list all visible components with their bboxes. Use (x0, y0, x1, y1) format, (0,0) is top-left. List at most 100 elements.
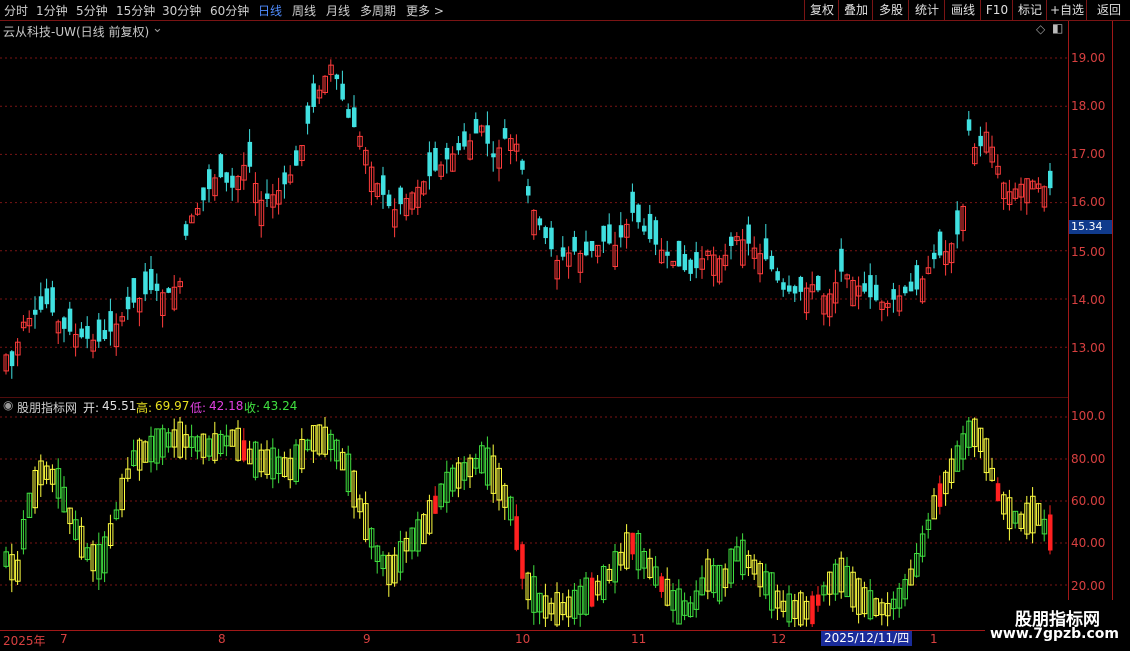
candle-body (50, 287, 55, 313)
candle-body (560, 247, 566, 257)
candle-body (966, 119, 972, 131)
tab-15min[interactable]: 15分钟 (116, 2, 155, 19)
indicator-bar (659, 576, 664, 592)
candle-body (207, 169, 212, 190)
candle-body (62, 317, 67, 329)
month-label: 7 (60, 632, 68, 646)
candle-body (914, 265, 920, 290)
tab-60min[interactable]: 60分钟 (210, 2, 249, 19)
candle-body (125, 296, 131, 310)
indicator-panel[interactable]: ◉ 股朋指标网 开: 45.51 高: 69.97 低: 42.18 收: 43… (0, 397, 1068, 630)
open-label: 开: (83, 401, 100, 415)
candle-body (642, 225, 647, 232)
candle-body (33, 309, 38, 315)
tab-daily[interactable]: 日线 (258, 2, 282, 19)
fuquan-button[interactable]: 复权 (804, 0, 839, 20)
candle-body (456, 143, 461, 151)
add-watchlist-button[interactable]: +自选 (1046, 0, 1087, 20)
candle-body (265, 193, 270, 199)
f10-button[interactable]: F10 (980, 0, 1013, 20)
candle-body (955, 210, 960, 235)
candle-body (676, 240, 682, 267)
tab-1min[interactable]: 1分钟 (36, 2, 68, 19)
candle-body (792, 286, 798, 294)
indicator-menu-icon[interactable]: ◉ (3, 398, 13, 412)
candle-body (763, 238, 769, 260)
candle-body (746, 224, 751, 244)
close-value: 43.24 (263, 399, 298, 413)
statistics-button[interactable]: 统计 (908, 0, 945, 20)
candle-body (891, 289, 896, 300)
price-label: 16.00 (1071, 195, 1106, 209)
price-chart-panel[interactable]: 云从科技-UW(日线 前复权) ⌄ ◇ ◧ (0, 21, 1068, 396)
indicator-bar (514, 516, 519, 550)
candlestick-chart[interactable] (0, 21, 1068, 396)
candle-body (247, 141, 253, 167)
candle-body (230, 175, 235, 188)
multi-stock-button[interactable]: 多股 (872, 0, 909, 20)
tab-monthly[interactable]: 月线 (326, 2, 350, 19)
high-value: 69.97 (155, 399, 190, 413)
tab-weekly[interactable]: 周线 (292, 2, 316, 19)
candle-body (978, 135, 983, 147)
candle-body (589, 240, 595, 251)
draw-line-button[interactable]: 画线 (944, 0, 981, 20)
side-info-strip[interactable] (1112, 21, 1130, 630)
candle-body (143, 271, 148, 295)
candle-body (346, 109, 351, 118)
candle-body (653, 220, 659, 245)
candle-body (386, 194, 392, 207)
candle-body (775, 271, 780, 281)
candle-body (352, 107, 357, 128)
candle-body (473, 119, 479, 134)
price-label: 15.00 (1071, 245, 1106, 259)
candle-body (183, 224, 189, 236)
candle-body (862, 283, 867, 292)
candle-body (682, 254, 688, 271)
tab-more[interactable]: 更多 > (406, 2, 444, 19)
candle-body (769, 255, 775, 270)
candle-body (462, 131, 467, 147)
open-value: 45.51 (102, 399, 137, 413)
cursor-date-tag: 2025/12/11/四 (821, 631, 913, 646)
candle-body (485, 125, 490, 144)
price-label: 19.00 (1071, 51, 1106, 65)
candle-body (102, 330, 108, 340)
candle-body (398, 187, 403, 205)
indicator-bar (937, 483, 943, 507)
candle-body (647, 213, 653, 240)
candle-body (131, 278, 137, 303)
back-button[interactable]: 返回 (1086, 0, 1130, 20)
mark-button[interactable]: 标记 (1012, 0, 1047, 20)
candle-body (868, 275, 873, 298)
tab-5min[interactable]: 5分钟 (76, 2, 108, 19)
candle-body (305, 105, 311, 124)
candle-body (549, 227, 554, 250)
candle-body (44, 288, 50, 305)
candle-body (874, 284, 879, 301)
candle-body (636, 204, 641, 223)
tab-30min[interactable]: 30分钟 (162, 2, 201, 19)
month-label: 11 (631, 632, 647, 646)
price-label: 17.00 (1071, 147, 1106, 161)
month-label: 9 (363, 632, 371, 646)
tab-timeshare[interactable]: 分时 (4, 2, 28, 19)
month-label: 10 (515, 632, 531, 646)
high-label: 高: (136, 401, 153, 415)
candle-body (166, 288, 171, 293)
candle-body (79, 328, 84, 338)
candle-body (149, 269, 154, 291)
tab-multi-period[interactable]: 多周期 (360, 2, 396, 19)
diamond-icon[interactable]: ◇ (1036, 22, 1045, 36)
indicator-chart[interactable] (0, 397, 1068, 630)
candle-body (444, 147, 450, 160)
candle-body (526, 186, 531, 196)
candle-body (201, 187, 206, 201)
chevron-down-icon[interactable]: ⌄ (152, 21, 163, 36)
panel-toggle-icon[interactable]: ◧ (1052, 21, 1063, 35)
indicator-bar (995, 483, 1001, 502)
overlay-button[interactable]: 叠加 (838, 0, 873, 20)
candle-body (294, 150, 299, 166)
low-value: 42.18 (209, 399, 244, 413)
candle-body (96, 319, 102, 342)
